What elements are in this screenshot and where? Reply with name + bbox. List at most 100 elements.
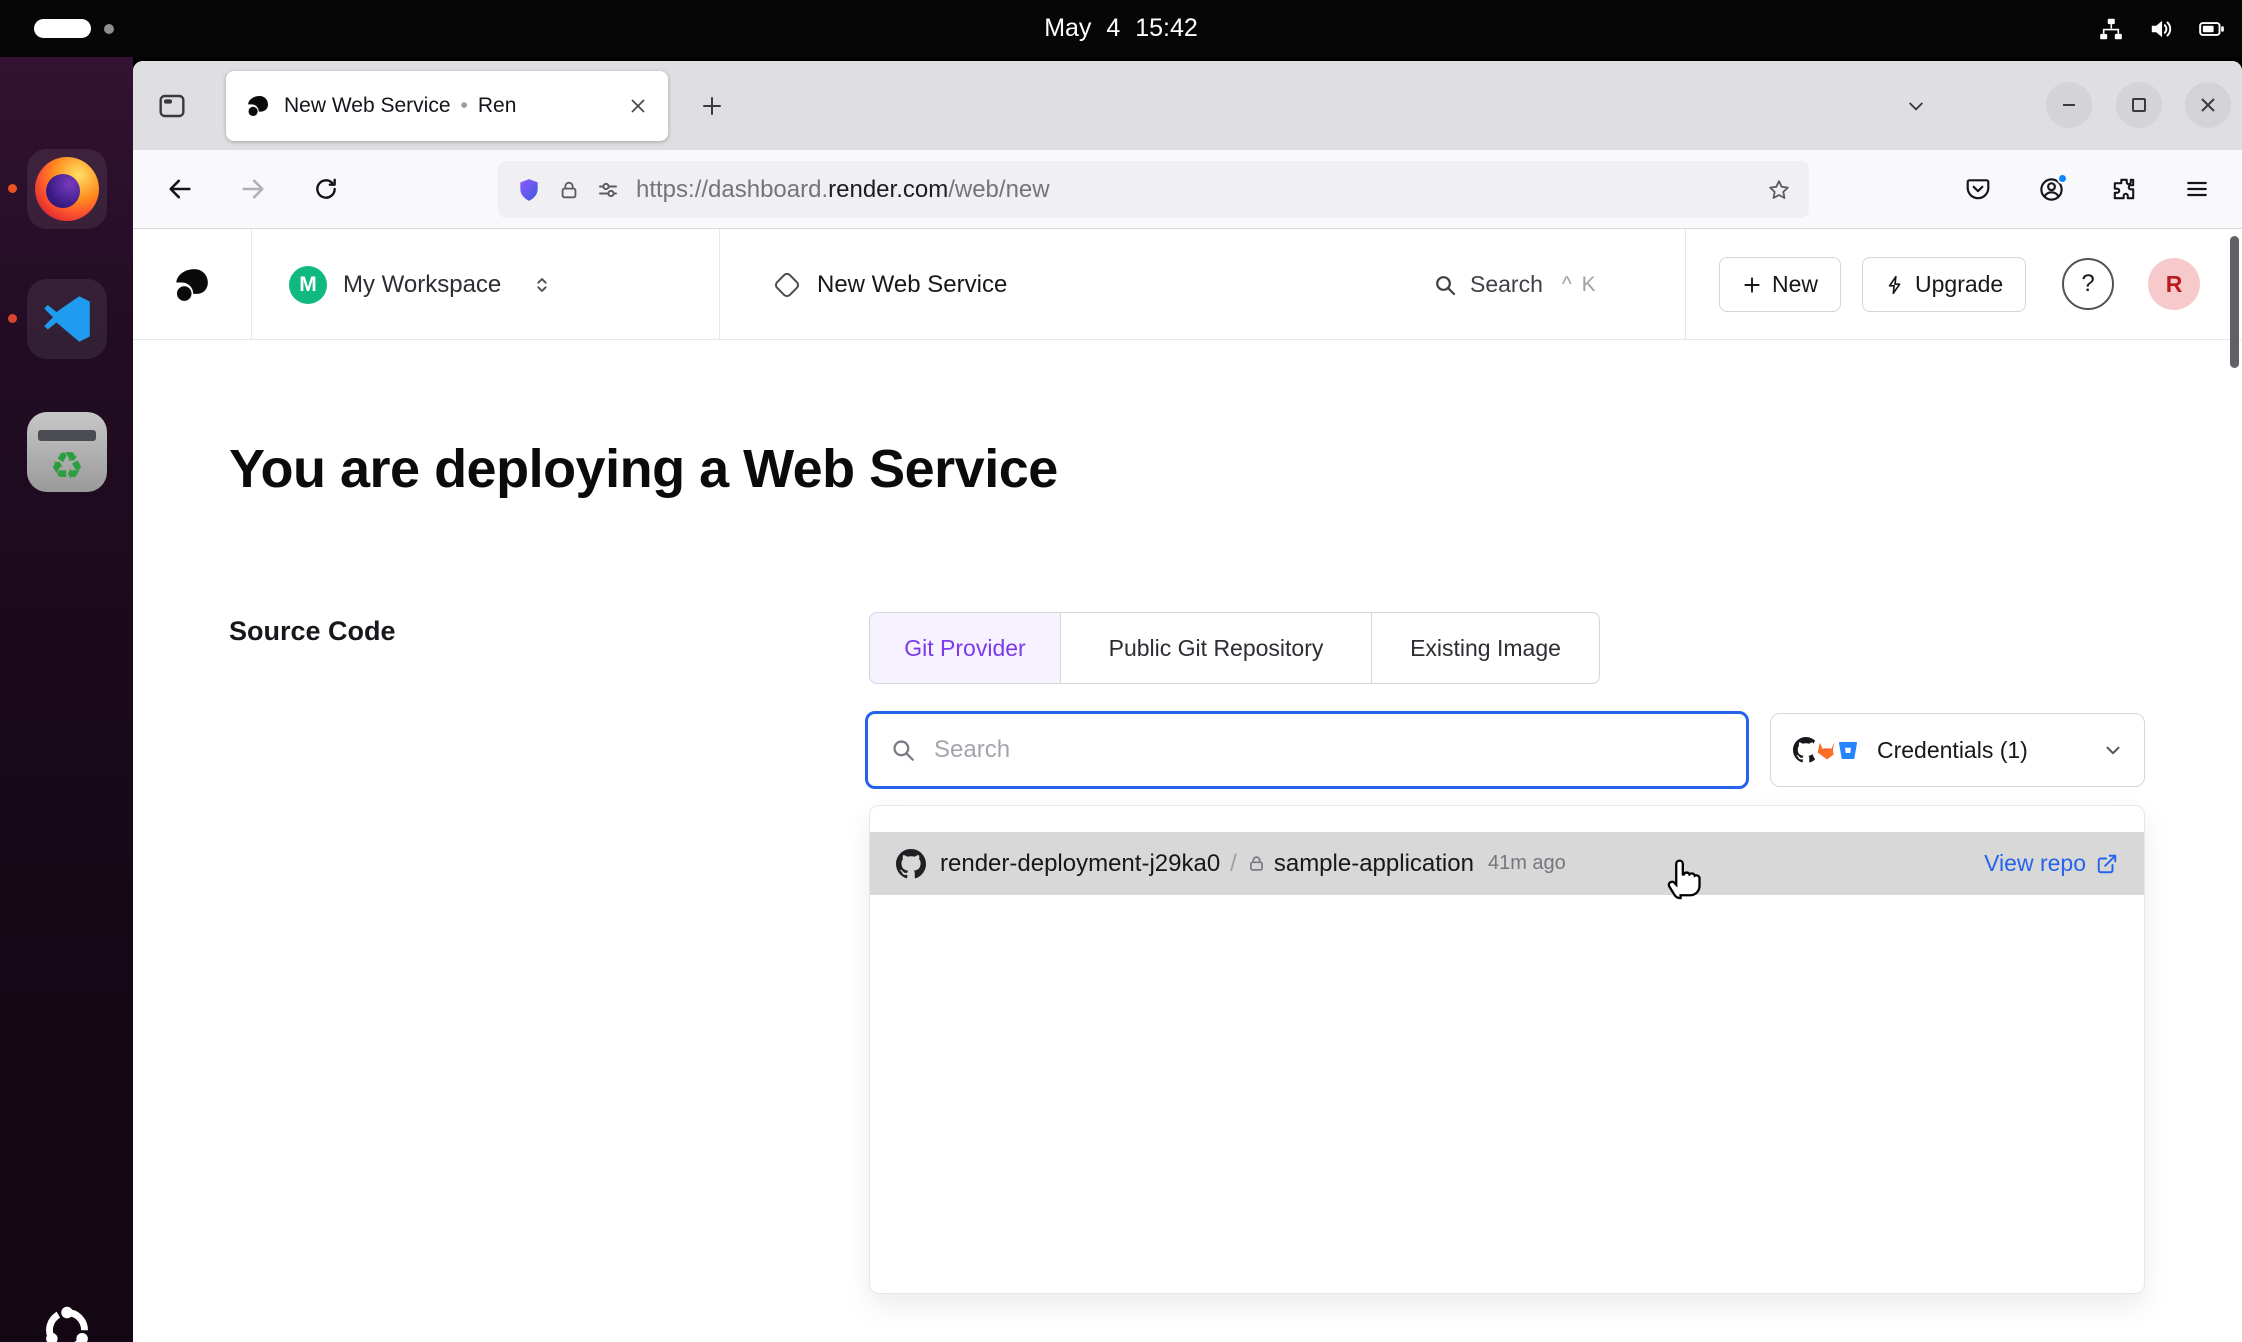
bookmark-star-icon[interactable] [1767,178,1791,202]
extensions-button[interactable] [2101,166,2147,212]
puzzle-icon [2111,176,2137,202]
search-label: Search [1470,271,1543,298]
hamburger-icon [2184,176,2210,202]
chevron-down-icon [1906,96,1926,116]
user-avatar[interactable]: R [2148,258,2200,310]
source-tabs: Git Provider Public Git Repository Exist… [869,612,1600,684]
account-button[interactable] [2028,166,2074,212]
dock: ♻ [0,57,133,1342]
header-divider [719,229,720,340]
workspace-selector[interactable]: M My Workspace [289,229,553,340]
battery-icon[interactable] [2198,16,2226,42]
workspace-name: My Workspace [343,271,501,299]
search-icon [1433,273,1457,297]
view-repo-link[interactable]: View repo [1984,850,2118,877]
chevron-up-down-icon [531,273,553,297]
view-repo-label: View repo [1984,850,2086,877]
new-button-label: New [1772,271,1818,298]
chevron-down-icon [2102,739,2124,761]
window-close-button[interactable] [2185,82,2231,128]
url-bar[interactable]: https://dashboard.render.com/web/new [498,161,1809,218]
upgrade-button[interactable]: Upgrade [1862,257,2026,312]
repo-owner: render-deployment-j29ka0 [940,850,1220,878]
account-notification-dot [2057,173,2068,184]
repo-list-panel: render-deployment-j29ka0 / sample-applic… [869,805,2145,1294]
lock-icon [1247,854,1266,873]
header-divider [1685,229,1686,340]
new-button[interactable]: New [1719,257,1841,312]
search-shortcut: ^ K [1562,273,1598,297]
volume-icon[interactable] [2148,16,2174,42]
new-tab-button[interactable] [689,83,735,129]
vscode-running-dot [8,314,17,323]
dock-vscode-icon[interactable] [27,279,107,359]
arrow-left-icon [166,175,194,203]
ubuntu-logo [37,1300,97,1342]
reload-icon [313,176,339,202]
list-tabs-button[interactable] [1893,83,1939,129]
source-code-label: Source Code [229,616,396,647]
menu-button[interactable] [2174,166,2220,212]
url-text: https://dashboard.render.com/web/new [636,176,1751,204]
back-button[interactable] [157,166,203,212]
system-clock[interactable]: May 4 15:42 [1044,0,1198,57]
tab-git-provider[interactable]: Git Provider [869,612,1061,684]
tracking-protection-shield-icon[interactable] [516,177,542,203]
help-button[interactable]: ? [2062,258,2114,310]
lock-icon[interactable] [558,179,580,201]
permissions-icon[interactable] [596,178,620,202]
tab-existing-image[interactable]: Existing Image [1371,612,1600,684]
credentials-dropdown[interactable]: Credentials (1) [1770,713,2145,787]
repo-list-item[interactable]: render-deployment-j29ka0 / sample-applic… [870,832,2144,895]
firefox-logo [35,157,99,221]
tab-public-git-repository[interactable]: Public Git Repository [1060,612,1372,684]
credentials-label: Credentials (1) [1877,737,2028,764]
page-title: New Web Service [817,271,1007,299]
tab-title: New Web Service•Ren [284,94,608,118]
vscode-logo [39,291,95,347]
tab-close-button[interactable] [622,90,654,122]
window-minimize-button[interactable] [2046,82,2092,128]
window-maximize-button[interactable] [2116,82,2162,128]
dock-ubuntu-icon[interactable] [27,1290,107,1342]
provider-icons [1791,735,1863,765]
plus-icon [1742,275,1762,295]
scrollbar-thumb[interactable] [2230,236,2239,368]
dock-trash-icon[interactable]: ♻ [27,412,107,492]
render-favicon [246,94,270,118]
close-icon [2199,96,2217,114]
maximize-icon [2130,96,2148,114]
repo-search-input[interactable] [932,735,1724,765]
pocket-button[interactable] [1955,166,2001,212]
firefox-running-dot [8,184,17,193]
trash-lid [38,430,96,441]
navigation-toolbar: https://dashboard.render.com/web/new [133,150,2242,229]
render-logo-icon [173,266,211,304]
render-dashboard: M My Workspace New Web Service Search ^ … [133,229,2242,1342]
global-search-button[interactable]: Search ^ K [1433,229,1598,340]
service-type-icon [773,270,801,298]
bitbucket-icon [1833,735,1863,765]
github-icon [896,849,926,879]
workspace-avatar: M [289,266,327,304]
forward-button[interactable] [230,166,276,212]
repo-search-box [865,711,1749,789]
app-header: M My Workspace New Web Service Search ^ … [133,229,2242,340]
firefox-view-button[interactable] [149,83,195,129]
page-heading: You are deploying a Web Service [229,438,1058,500]
browser-tab[interactable]: New Web Service•Ren [226,71,668,141]
reload-button[interactable] [303,166,349,212]
upgrade-button-label: Upgrade [1915,271,2003,298]
render-logo[interactable] [133,229,252,340]
repo-separator: / [1230,850,1237,878]
dock-firefox-icon[interactable] [27,149,107,229]
recycle-icon: ♻ [50,447,84,485]
arrow-right-icon [239,175,267,203]
tab-title-fade [556,94,608,118]
activities-indicator[interactable] [34,19,91,38]
firefox-view-icon [156,90,188,122]
lightning-bolt-icon [1885,274,1905,296]
page-title-group: New Web Service [777,229,1007,340]
pocket-icon [1965,176,1991,202]
network-icon[interactable] [2098,16,2124,42]
